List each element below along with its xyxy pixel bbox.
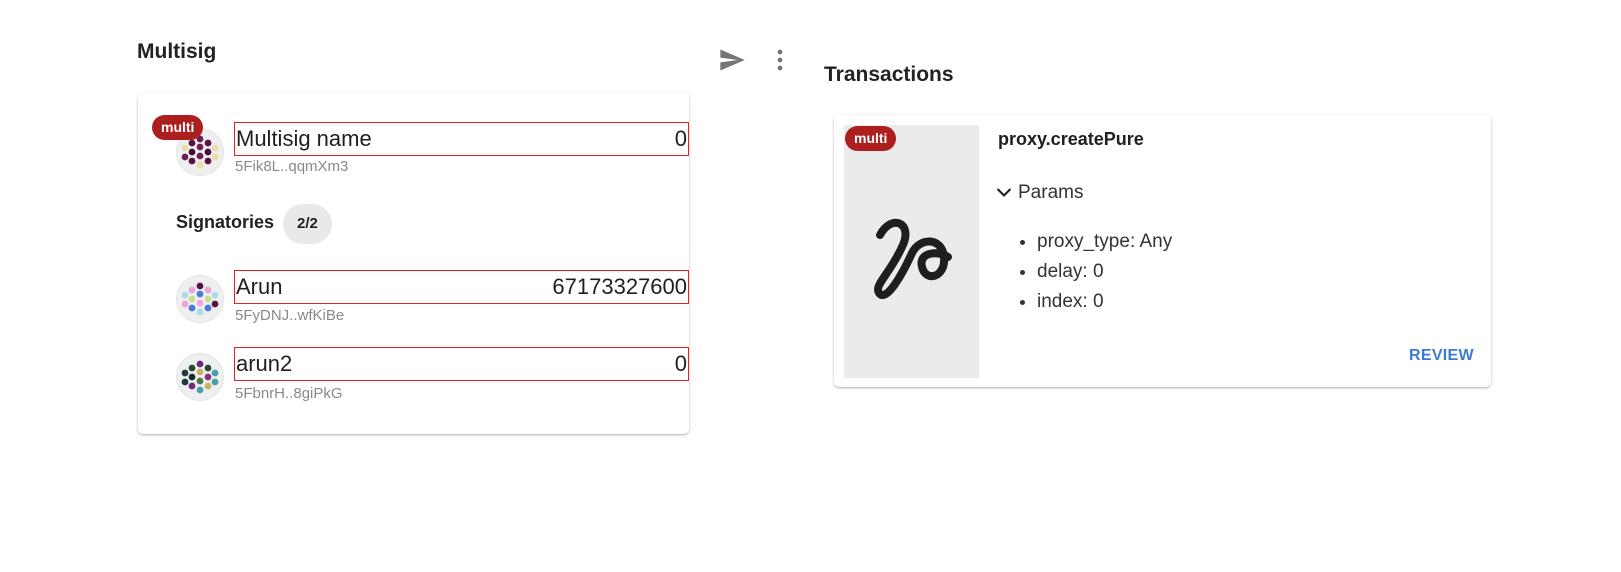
params-label: Params — [1018, 182, 1084, 203]
multisig-name-field[interactable]: Multisig name 0 — [234, 122, 689, 156]
account-address: 5Fik8L..qqmXm3 — [235, 158, 349, 175]
signatories-label: Signatories — [176, 212, 275, 232]
send-button[interactable] — [716, 46, 748, 74]
identicon-icon — [181, 282, 219, 316]
transaction-method: proxy.createPure — [998, 129, 1144, 149]
signatory-avatar — [177, 354, 223, 400]
review-button[interactable]: REVIEW — [1409, 347, 1474, 365]
multi-badge: multi — [152, 115, 204, 140]
param-item: index: 0 — [1037, 287, 1172, 317]
multisig-heading: Multisig — [137, 40, 217, 63]
chevron-down-icon — [997, 188, 1011, 197]
transaction-thumbnail — [844, 125, 979, 378]
signatory-address: 5FyDNJ..wfKiBe — [235, 307, 345, 324]
send-icon — [720, 49, 745, 71]
signatory-address: 5FbnrH..8giPkG — [235, 385, 343, 402]
account-name: Multisig name — [236, 126, 372, 151]
params-toggle[interactable]: Params — [994, 182, 1083, 204]
signatory-name: arun2 — [236, 351, 293, 376]
signatories-count-chip: 2/2 — [283, 204, 332, 244]
signatory-name-field[interactable]: Arun 67173327600 — [234, 270, 689, 304]
signatory-name: Arun — [236, 274, 283, 299]
identicon-icon — [181, 360, 219, 394]
multi-badge: multi — [845, 126, 897, 151]
squiggle-icon — [874, 219, 952, 299]
params-list: proxy_type: Any delay: 0 index: 0 — [1017, 227, 1172, 317]
signatory-balance: 67173327600 — [552, 274, 687, 299]
account-balance: 0 — [674, 126, 687, 151]
param-item: proxy_type: Any — [1037, 227, 1172, 257]
signatory-avatar — [177, 276, 223, 322]
more-vertical-icon — [777, 49, 783, 71]
signatory-name-field[interactable]: arun2 0 — [234, 347, 689, 381]
param-item: delay: 0 — [1037, 257, 1172, 287]
signatory-balance: 0 — [674, 351, 687, 376]
more-options-button[interactable] — [768, 46, 792, 74]
transactions-heading: Transactions — [824, 63, 954, 86]
